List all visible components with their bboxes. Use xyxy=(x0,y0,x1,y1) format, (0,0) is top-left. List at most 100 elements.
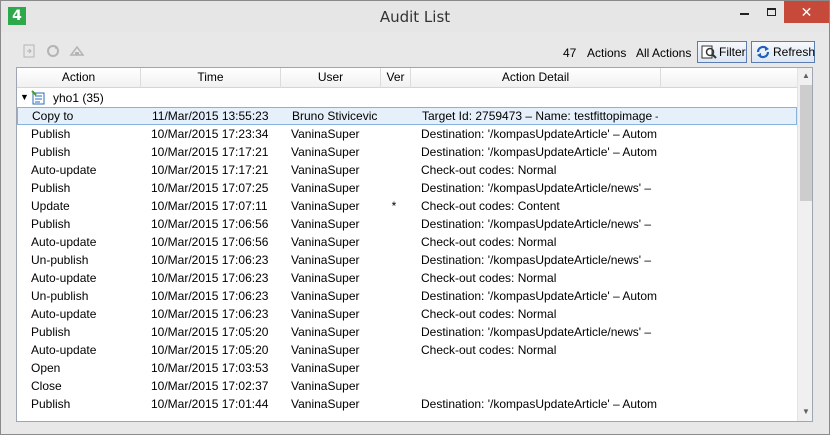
cell-time: 10/Mar/2015 17:06:23 xyxy=(151,289,269,303)
cell-action-detail: Destination: '/kompasUpdateArticle/news'… xyxy=(421,217,652,231)
table-row[interactable]: Publish 10/Mar/2015 17:05:20 VaninaSuper De… xyxy=(17,323,797,341)
cell-time: 10/Mar/2015 17:06:23 xyxy=(151,253,269,267)
export-icon[interactable] xyxy=(21,43,37,59)
vertical-scrollbar[interactable]: ▲ ▼ xyxy=(797,68,812,421)
table-row[interactable]: Un-publish 10/Mar/2015 17:06:23 VaninaSupe… xyxy=(17,287,797,305)
action-count-label: Actions xyxy=(587,46,627,60)
cell-time: 10/Mar/2015 17:07:25 xyxy=(151,181,269,195)
minimize-icon xyxy=(740,12,749,15)
cell-user: VaninaSuper xyxy=(291,379,360,393)
cell-action: Close xyxy=(31,379,62,393)
table-row[interactable]: Open 10/Mar/2015 17:03:53 VaninaSuper xyxy=(17,359,797,377)
group-row[interactable]: ▼ yho1 (35) xyxy=(17,89,797,107)
cell-time: 10/Mar/2015 17:17:21 xyxy=(151,163,269,177)
article-group-icon xyxy=(31,90,47,106)
close-button[interactable]: ✕ xyxy=(784,1,829,23)
maximize-button[interactable] xyxy=(758,1,785,23)
scrollbar-thumb[interactable] xyxy=(800,85,812,201)
cell-action-detail: Destination: '/kompasUpdateArticle/news'… xyxy=(421,181,652,195)
table-row[interactable]: Auto-update 10/Mar/2015 17:17:21 VaninaSup… xyxy=(17,161,797,179)
table-row[interactable]: Publish 10/Mar/2015 17:01:44 VaninaSuper De… xyxy=(17,395,797,413)
table-row[interactable]: Auto-update 10/Mar/2015 17:06:56 VaninaSup… xyxy=(17,233,797,251)
title-bar[interactable]: 4 Audit List ✕ xyxy=(1,1,829,32)
cell-user: Bruno Stivicevic xyxy=(292,109,378,123)
cell-action-detail: Destination: '/kompasUpdateArticle/news'… xyxy=(421,325,652,339)
filter-label: Filter xyxy=(719,45,746,59)
filter-scope-label: All Actions xyxy=(636,46,692,60)
cell-time: 10/Mar/2015 17:03:53 xyxy=(151,361,269,375)
cell-action: Publish xyxy=(31,181,71,195)
cell-time: 10/Mar/2015 17:05:20 xyxy=(151,325,269,339)
table-row[interactable]: Publish 10/Mar/2015 17:07:25 VaninaSuper De… xyxy=(17,179,797,197)
cell-user: VaninaSuper xyxy=(291,163,360,177)
table-row[interactable]: Copy to 11/Mar/2015 13:55:23 Bruno Stivice… xyxy=(17,107,797,125)
cell-action: Copy to xyxy=(32,109,74,123)
collapse-arrow-icon[interactable]: ▼ xyxy=(20,92,29,102)
cell-user: VaninaSuper xyxy=(291,361,360,375)
cell-action-detail: Target Id: 2759473 – Name: testfittopima… xyxy=(422,109,658,123)
close-icon: ✕ xyxy=(800,4,813,20)
grid-header: Action Time User Ver Action Detail xyxy=(17,68,797,88)
cell-action-detail: Check-out codes: Content xyxy=(421,199,560,213)
cell-action: Auto-update xyxy=(31,235,97,249)
cell-ver: * xyxy=(391,199,397,213)
cell-action: Auto-update xyxy=(31,271,97,285)
cell-user: VaninaSuper xyxy=(291,181,360,195)
minimize-button[interactable] xyxy=(731,1,758,23)
cell-time: 11/Mar/2015 13:55:23 xyxy=(152,109,269,123)
cell-action: Auto-update xyxy=(31,343,97,357)
column-header-action-detail[interactable]: Action Detail xyxy=(411,68,661,88)
cell-user: VaninaSuper xyxy=(291,199,360,213)
cell-action-detail: Destination: '/kompasUpdateArticle' – Au… xyxy=(421,289,657,303)
table-row[interactable]: Publish 10/Mar/2015 17:23:34 VaninaSuper De… xyxy=(17,125,797,143)
table-row[interactable]: Close 10/Mar/2015 17:02:37 VaninaSuper xyxy=(17,377,797,395)
column-header-user[interactable]: User xyxy=(281,68,381,88)
settings-icon[interactable] xyxy=(69,43,85,59)
cell-user: VaninaSuper xyxy=(291,307,360,321)
cell-action: Publish xyxy=(31,325,71,339)
table-row[interactable]: Un-publish 10/Mar/2015 17:06:23 VaninaSupe… xyxy=(17,251,797,269)
cell-time: 10/Mar/2015 17:06:56 xyxy=(151,235,269,249)
cell-user: VaninaSuper xyxy=(291,325,360,339)
table-row[interactable]: Auto-update 10/Mar/2015 17:06:23 VaninaSup… xyxy=(17,269,797,287)
refresh-button[interactable]: Refresh xyxy=(751,41,815,63)
cell-time: 10/Mar/2015 17:06:23 xyxy=(151,271,269,285)
cell-time: 10/Mar/2015 17:06:23 xyxy=(151,307,269,321)
table-row[interactable]: Auto-update 10/Mar/2015 17:06:23 VaninaSup… xyxy=(17,305,797,323)
cell-time: 10/Mar/2015 17:06:56 xyxy=(151,217,269,231)
cell-time: 10/Mar/2015 17:05:20 xyxy=(151,343,269,357)
cell-user: VaninaSuper xyxy=(291,127,360,141)
maximize-icon xyxy=(767,7,776,16)
cell-user: VaninaSuper xyxy=(291,253,360,267)
cell-action: Open xyxy=(31,361,61,375)
table-row[interactable]: Publish 10/Mar/2015 17:06:56 VaninaSuper De… xyxy=(17,215,797,233)
cell-user: VaninaSuper xyxy=(291,289,360,303)
reload-icon[interactable] xyxy=(45,43,61,59)
cell-action-detail: Destination: '/kompasUpdateArticle/news'… xyxy=(421,253,652,267)
table-row[interactable]: Auto-update 10/Mar/2015 17:05:20 VaninaSup… xyxy=(17,341,797,359)
filter-button[interactable]: Filter xyxy=(697,41,747,63)
cell-time: 10/Mar/2015 17:01:44 xyxy=(151,397,269,411)
table-row[interactable]: Publish 10/Mar/2015 17:17:21 VaninaSuper De… xyxy=(17,143,797,161)
cell-action: Un-publish xyxy=(31,289,89,303)
cell-time: 10/Mar/2015 17:02:37 xyxy=(151,379,269,393)
column-header-action[interactable]: Action xyxy=(17,68,141,88)
refresh-label: Refresh xyxy=(773,45,816,59)
cell-action-detail: Destination: '/kompasUpdateArticle' – Au… xyxy=(421,145,657,159)
cell-action-detail: Check-out codes: Normal xyxy=(421,343,557,357)
cell-user: VaninaSuper xyxy=(291,145,360,159)
cell-user: VaninaSuper xyxy=(291,235,360,249)
cell-action: Auto-update xyxy=(31,163,97,177)
cell-action: Update xyxy=(31,199,70,213)
cell-user: VaninaSuper xyxy=(291,397,360,411)
table-row[interactable]: Update 10/Mar/2015 17:07:11 VaninaSuper * Ch… xyxy=(17,197,797,215)
scroll-up-icon[interactable]: ▲ xyxy=(798,68,812,84)
cell-action: Publish xyxy=(31,127,71,141)
audit-grid: Action Time User Ver Action Detail ▼ yho… xyxy=(16,67,813,422)
scroll-down-icon[interactable]: ▼ xyxy=(798,404,812,420)
column-header-ver[interactable]: Ver xyxy=(381,68,411,88)
cell-action-detail: Check-out codes: Normal xyxy=(421,307,557,321)
cell-action-detail: Check-out codes: Normal xyxy=(421,235,557,249)
column-header-time[interactable]: Time xyxy=(141,68,281,88)
cell-action: Publish xyxy=(31,217,71,231)
